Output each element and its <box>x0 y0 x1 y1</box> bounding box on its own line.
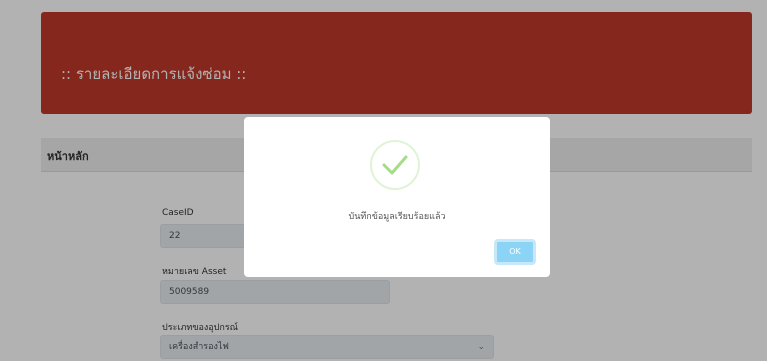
dialog-message: บันทึกข้อมูลเรียบร้อยแล้ว <box>348 212 446 222</box>
success-dialog: บันทึกข้อมูลเรียบร้อยแล้ว OK <box>244 117 550 277</box>
ok-button[interactable]: OK <box>494 239 536 265</box>
success-check-icon <box>370 140 420 190</box>
